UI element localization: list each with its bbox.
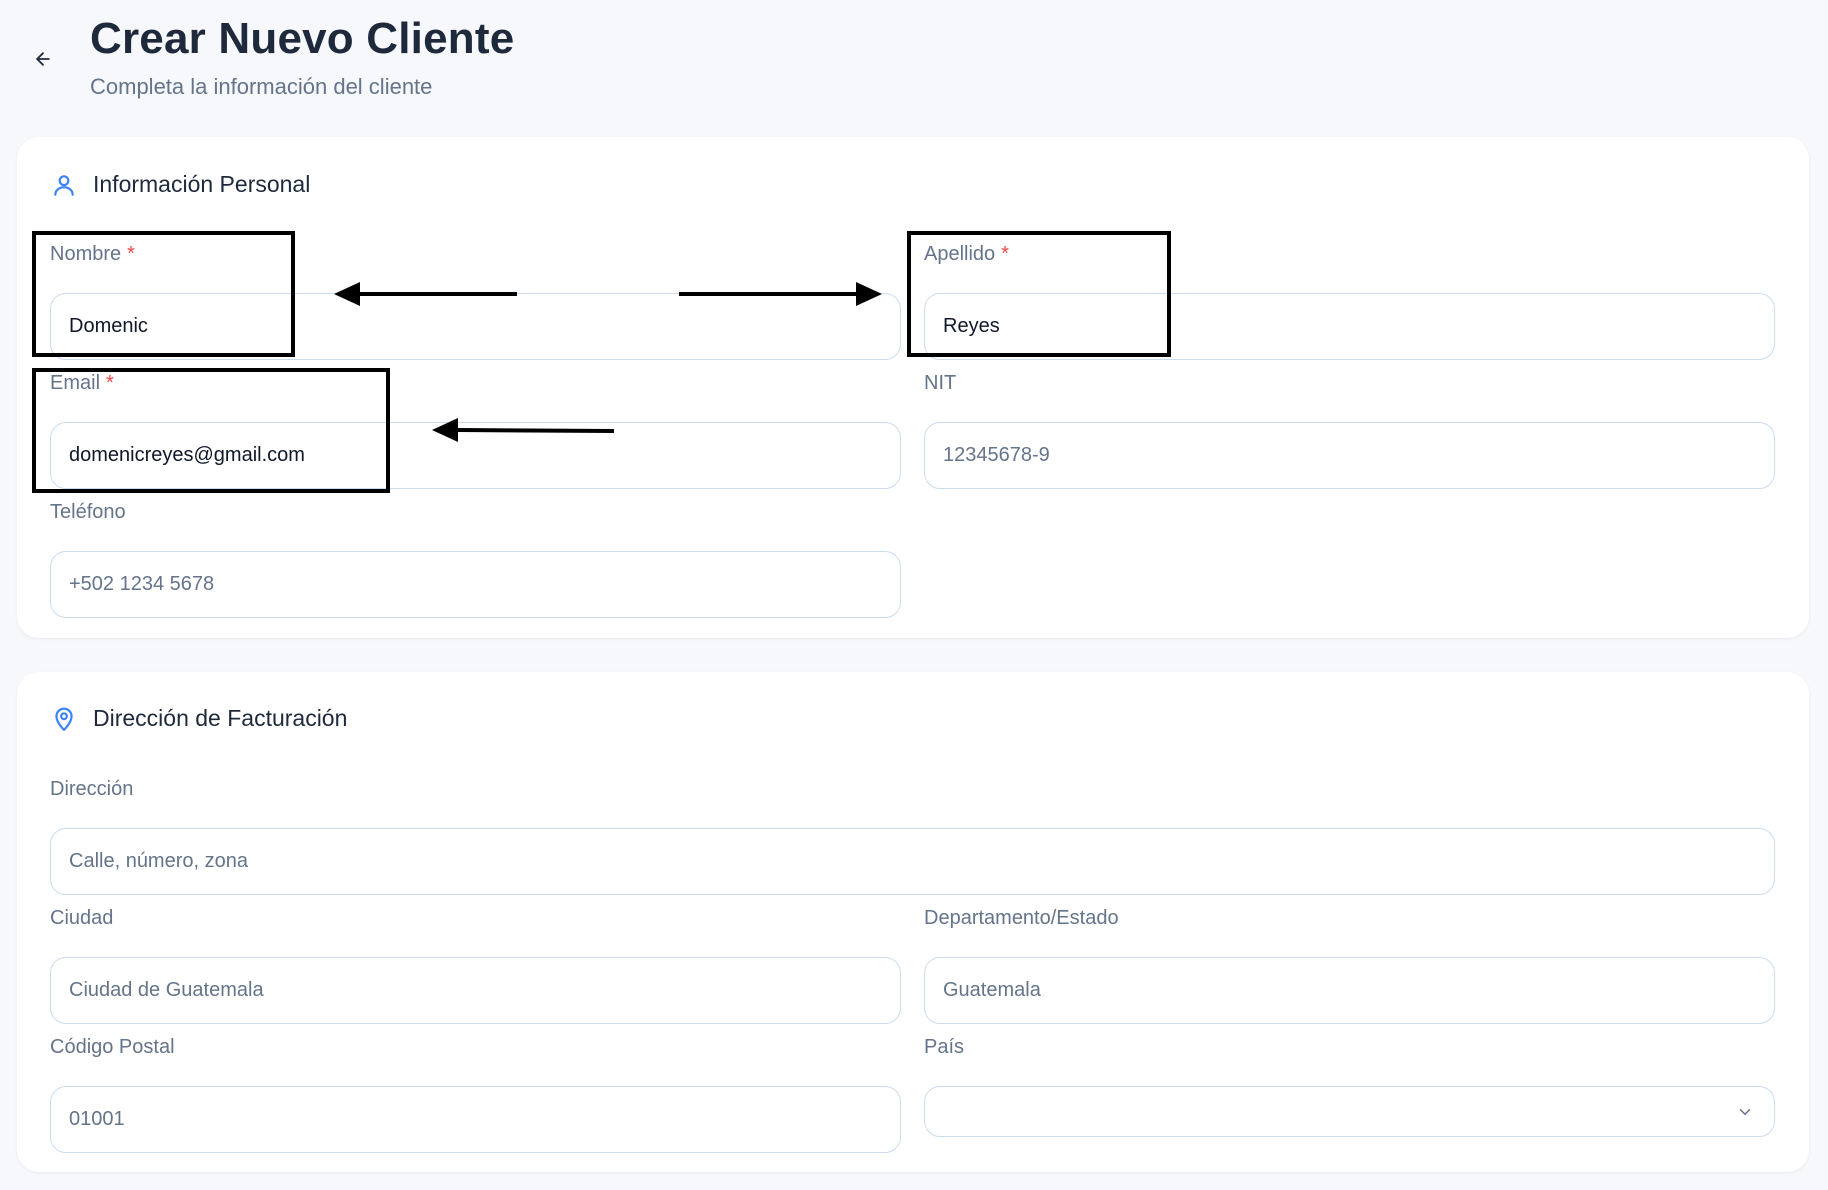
annotation-arrow-left-nombre — [334, 282, 517, 306]
annotation-arrow-right-apellido — [679, 282, 882, 306]
page: Crear Nuevo Cliente Completa la informac… — [0, 0, 1828, 1190]
annotation-arrows — [334, 282, 882, 442]
annotation-arrow-left-email — [432, 418, 615, 442]
